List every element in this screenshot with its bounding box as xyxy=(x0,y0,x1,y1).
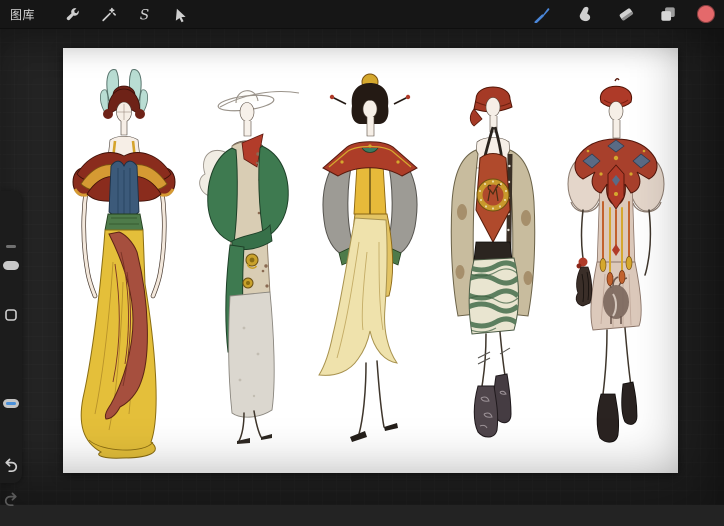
top-toolbar: 图库 S xyxy=(0,0,724,29)
layers-icon xyxy=(659,5,677,23)
opacity-slider[interactable] xyxy=(3,399,19,408)
selection-button[interactable]: S xyxy=(132,2,157,26)
smudge-button[interactable] xyxy=(571,2,596,26)
adjustments-button[interactable] xyxy=(96,2,121,26)
undo-button[interactable] xyxy=(3,457,19,473)
fashion-figure-4 xyxy=(432,48,555,473)
fashion-figure-2 xyxy=(186,48,309,473)
eraser-icon xyxy=(617,5,635,23)
move-arrow-icon xyxy=(172,6,189,23)
undo-icon xyxy=(3,457,19,473)
smudge-finger-icon xyxy=(575,5,593,23)
toolbar-left-group: 图库 S xyxy=(0,2,193,26)
brush-size-slider[interactable] xyxy=(3,261,19,270)
paint-button[interactable] xyxy=(529,2,554,26)
opacity-accent-bar xyxy=(6,402,16,405)
color-swatch[interactable] xyxy=(697,5,715,23)
fashion-figure-5 xyxy=(555,48,678,473)
brush-sidebar xyxy=(0,191,24,526)
actions-button[interactable] xyxy=(60,2,85,26)
sidebar-panel xyxy=(0,191,22,483)
brush-size-tick xyxy=(6,245,16,248)
workspace xyxy=(0,28,724,505)
selection-s-icon: S xyxy=(136,6,153,23)
toolbar-right-group xyxy=(529,2,724,26)
modify-button[interactable] xyxy=(3,307,19,323)
layers-button[interactable] xyxy=(655,2,680,26)
drawing-canvas[interactable] xyxy=(63,48,678,473)
wrench-icon xyxy=(64,6,81,23)
erase-button[interactable] xyxy=(613,2,638,26)
fashion-figure-1 xyxy=(63,48,186,473)
paintbrush-icon xyxy=(533,5,551,23)
fashion-figure-3 xyxy=(309,48,432,473)
svg-text:S: S xyxy=(140,7,149,23)
gallery-button[interactable]: 图库 xyxy=(10,6,35,23)
magic-wand-icon xyxy=(100,6,117,23)
modify-square-icon xyxy=(3,307,19,323)
transform-button[interactable] xyxy=(168,2,193,26)
